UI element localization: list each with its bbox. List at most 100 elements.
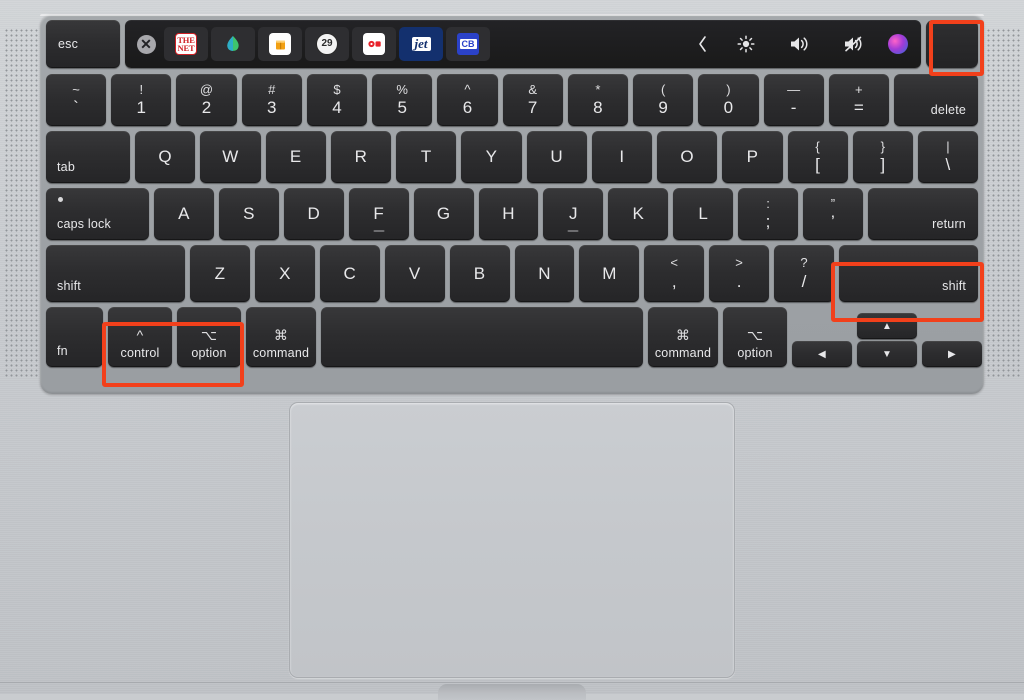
key-x[interactable]: X (254, 245, 315, 302)
touchbar-app-badge[interactable]: 29 (305, 27, 349, 61)
key-return[interactable]: return (867, 188, 978, 240)
key-1[interactable]: ! 1 (111, 74, 172, 126)
key-9[interactable]: ( 9 (633, 74, 694, 126)
key-delete[interactable]: delete (894, 74, 979, 126)
key-glyph-top: { (815, 138, 820, 154)
key-space[interactable] (321, 307, 643, 367)
key-z[interactable]: Z (190, 245, 250, 302)
key-s[interactable]: S (218, 188, 279, 240)
key-quote[interactable]: ” ’ (803, 188, 863, 240)
key-arrow-left[interactable]: ◀ (792, 341, 852, 367)
key-m[interactable]: M (579, 245, 640, 302)
key-j[interactable]: J (543, 188, 604, 240)
key-arrow-up[interactable]: ▲ (857, 313, 917, 339)
modifier-row: fn ^ control ⌥ option ⌘ command ⌘ comman… (46, 307, 982, 367)
key-y[interactable]: Y (461, 131, 522, 183)
touchbar-app-the-net[interactable]: THE NET (164, 27, 208, 61)
key-semicolon[interactable]: : ; (738, 188, 799, 240)
key-f[interactable]: F (348, 188, 409, 240)
key-t[interactable]: T (396, 131, 457, 183)
key-esc-label: esc (58, 37, 79, 51)
touchbar-app-record[interactable] (352, 27, 396, 61)
key-glyph-top: $ (333, 81, 341, 97)
key-equals[interactable]: + = (828, 74, 890, 126)
key-e[interactable]: E (265, 131, 326, 183)
key-caps-lock-label: caps lock (57, 217, 111, 231)
key-bracket-left[interactable]: { [ (787, 131, 848, 183)
key-d[interactable]: D (283, 188, 344, 240)
key-command-left[interactable]: ⌘ command (246, 307, 316, 367)
key-o[interactable]: O (657, 131, 718, 183)
key-u[interactable]: U (526, 131, 587, 183)
key-glyph-top: % (396, 81, 409, 97)
key-q[interactable]: Q (135, 131, 196, 183)
key-glyph-bottom: 5 (397, 98, 408, 118)
touch-bar[interactable]: ✕ THE NET 29 jet CB (125, 20, 921, 68)
key-comma[interactable]: < , (644, 245, 705, 302)
the-net-app-icon: THE NET (175, 33, 197, 55)
key-v[interactable]: V (384, 245, 445, 302)
key-c[interactable]: C (319, 245, 380, 302)
key-fn[interactable]: fn (46, 307, 103, 367)
key-6[interactable]: ^ 6 (437, 74, 498, 126)
trackpad[interactable] (289, 402, 735, 678)
key-n[interactable]: N (514, 245, 575, 302)
key-backslash[interactable]: | \ (918, 131, 978, 183)
key-arrow-right[interactable]: ▶ (922, 341, 982, 367)
mute-button[interactable] (827, 27, 881, 61)
close-icon: ✕ (136, 34, 156, 54)
key-r[interactable]: R (330, 131, 391, 183)
key-glyph-top: < (670, 255, 679, 271)
expand-control-strip-button[interactable] (685, 27, 719, 61)
touchbar-app-leaf[interactable] (211, 27, 255, 61)
key-glyph-bottom: \ (945, 155, 951, 175)
key-command-right[interactable]: ⌘ command (648, 307, 718, 367)
key-w[interactable]: W (200, 131, 261, 183)
key-minus[interactable]: — - (763, 74, 824, 126)
key-option-right-label: option (737, 345, 773, 360)
key-backtick[interactable]: ~ ` (46, 74, 107, 126)
key-option-left[interactable]: ⌥ option (177, 307, 241, 367)
control-glyph-icon: ^ (136, 326, 144, 343)
key-bracket-right[interactable]: } ] (852, 131, 913, 183)
key-shift-right[interactable]: shift (839, 245, 979, 302)
key-a[interactable]: A (154, 188, 214, 240)
arrow-up-down-stack: ▲ ▼ (857, 307, 917, 367)
touch-bar-row: esc ✕ THE NET 29 jet CB (46, 20, 978, 68)
key-g[interactable]: G (413, 188, 474, 240)
key-k[interactable]: K (608, 188, 669, 240)
touchbar-app-jet[interactable]: jet (399, 27, 443, 61)
key-arrow-down[interactable]: ▼ (857, 341, 917, 367)
touchbar-close-button[interactable]: ✕ (131, 27, 161, 61)
key-7[interactable]: & 7 (502, 74, 563, 126)
key-caps-lock[interactable]: caps lock (46, 188, 149, 240)
key-option-left-label: option (191, 345, 227, 360)
key-esc[interactable]: esc (46, 20, 120, 68)
key-option-right[interactable]: ⌥ option (723, 307, 787, 367)
brightness-button[interactable] (719, 27, 773, 61)
key-3[interactable]: # 3 (241, 74, 302, 126)
volume-up-button[interactable] (773, 27, 827, 61)
key-slash[interactable]: ? / (774, 245, 835, 302)
key-h[interactable]: H (478, 188, 539, 240)
key-p[interactable]: P (722, 131, 783, 183)
touchbar-app-cb[interactable]: CB (446, 27, 490, 61)
key-control[interactable]: ^ control (108, 307, 172, 367)
touchbar-app-cup[interactable] (258, 27, 302, 61)
keyboard: esc ✕ THE NET 29 jet CB ~ ` ! 1 @ 2 # 3 … (40, 14, 984, 394)
key-label: M (602, 263, 617, 283)
key-shift-left[interactable]: shift (46, 245, 185, 302)
key-period[interactable]: > . (709, 245, 770, 302)
key-b[interactable]: B (449, 245, 510, 302)
number-row: ~ ` ! 1 @ 2 # 3 $ 4 % 5 ^ 6 & 7 * 8 (9 … (46, 74, 979, 126)
key-8[interactable]: * 8 (567, 74, 629, 126)
siri-button[interactable] (881, 27, 915, 61)
touch-id-key[interactable] (926, 20, 978, 68)
key-l[interactable]: L (673, 188, 734, 240)
key-i[interactable]: I (591, 131, 652, 183)
key-tab[interactable]: tab (46, 131, 130, 183)
key-4[interactable]: $ 4 (306, 74, 368, 126)
key-2[interactable]: @ 2 (176, 74, 237, 126)
key-5[interactable]: % 5 (372, 74, 433, 126)
key-0[interactable]: ) 0 (698, 74, 759, 126)
